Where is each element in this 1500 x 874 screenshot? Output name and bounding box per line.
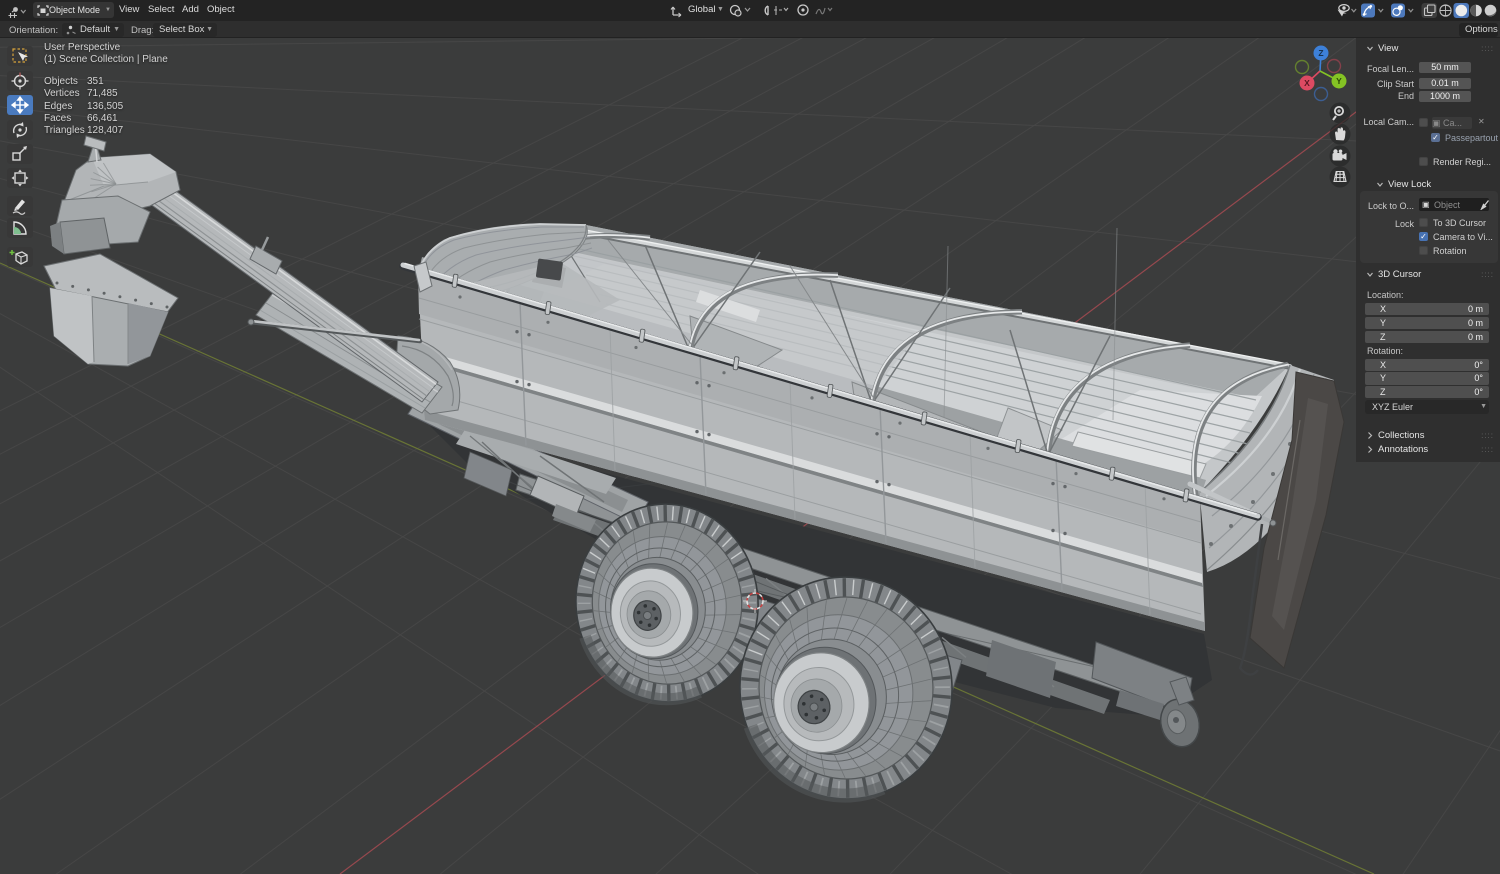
- svg-text:Z: Z: [1318, 48, 1323, 58]
- svg-text:Y: Y: [1336, 76, 1342, 86]
- svg-text:X: X: [1304, 78, 1310, 88]
